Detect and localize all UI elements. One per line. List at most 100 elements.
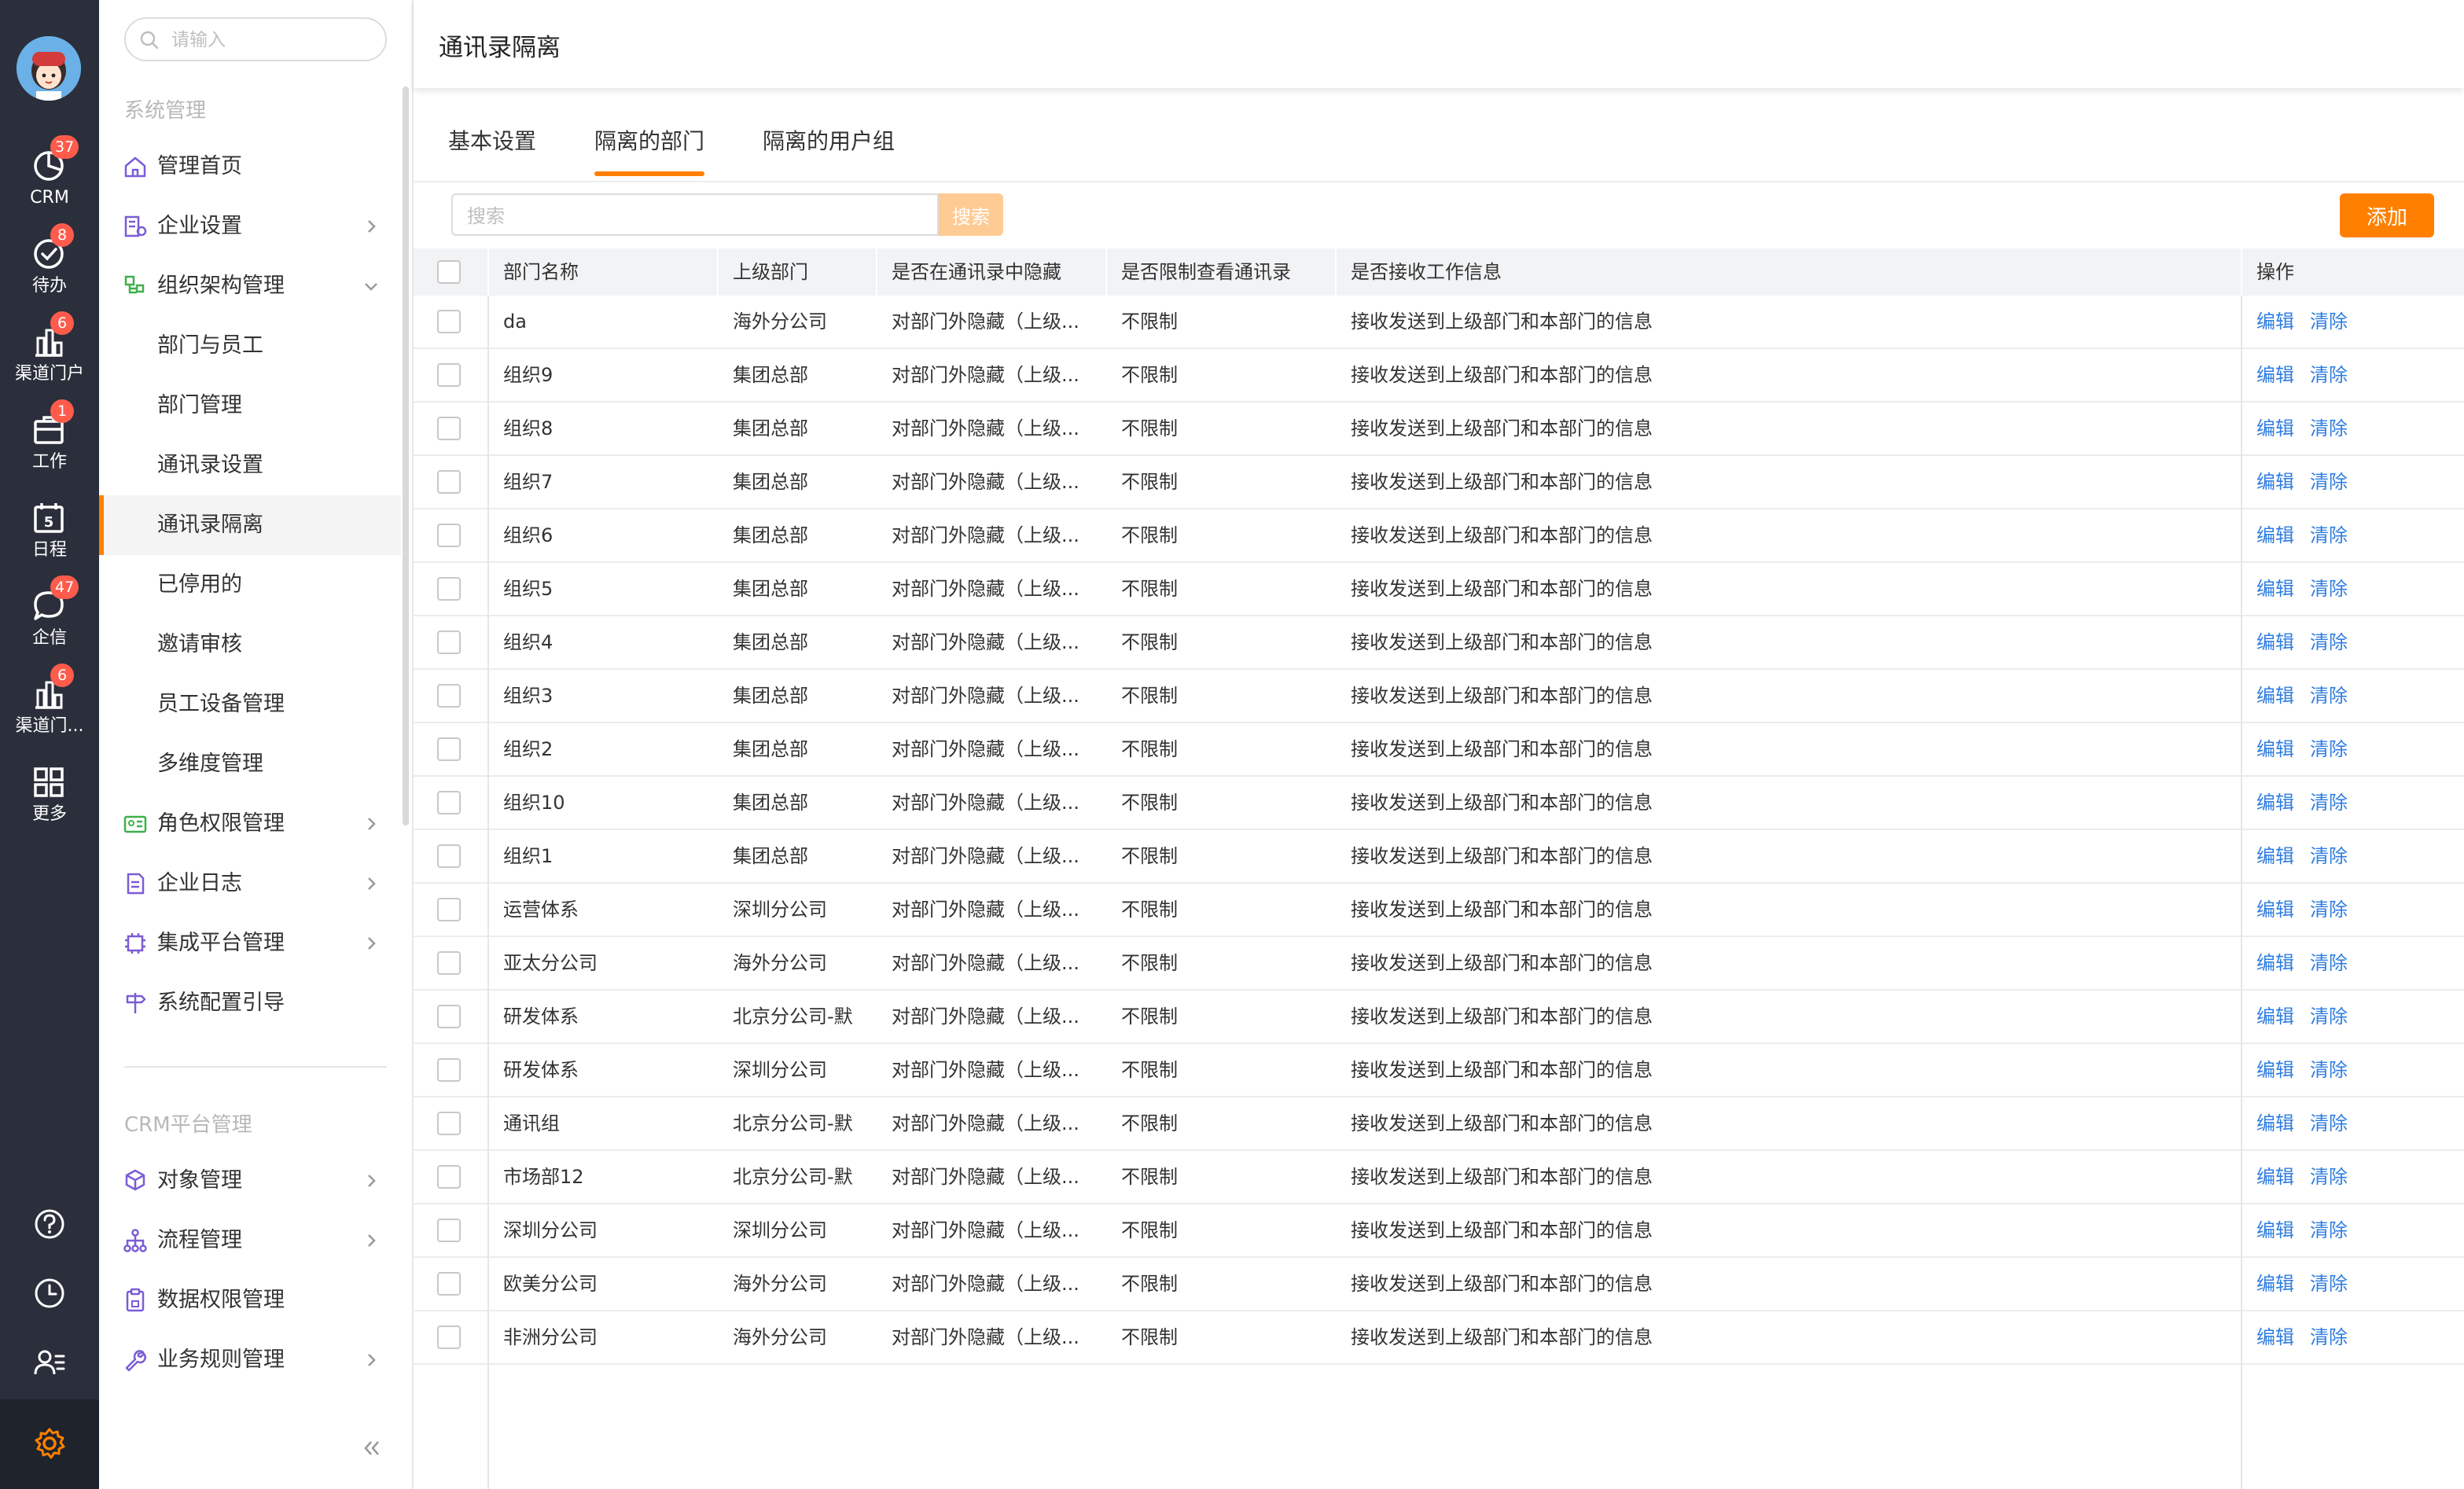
clear-link[interactable]: 清除	[2310, 1151, 2348, 1203]
rail-item-3[interactable]: 工作 1	[0, 399, 99, 486]
row-checkbox[interactable]	[437, 791, 461, 814]
clear-link[interactable]: 清除	[2310, 1311, 2348, 1363]
row-checkbox[interactable]	[437, 1005, 461, 1028]
row-checkbox[interactable]	[437, 1112, 461, 1135]
clear-link[interactable]: 清除	[2310, 1258, 2348, 1310]
edit-link[interactable]: 编辑	[2256, 937, 2294, 989]
sidebar-scrollbar[interactable]	[403, 86, 409, 825]
add-button[interactable]: 添加	[2340, 193, 2434, 237]
edit-link[interactable]: 编辑	[2256, 777, 2294, 829]
edit-link[interactable]: 编辑	[2256, 884, 2294, 936]
rail-item-2[interactable]: 渠道门户 6	[0, 311, 99, 398]
select-all-checkbox[interactable]	[437, 260, 461, 284]
collapse-sidebar-icon[interactable]	[359, 1434, 387, 1462]
contacts-button[interactable]	[0, 1332, 99, 1395]
menu-item-enterprise[interactable]: 企业设置	[99, 197, 401, 256]
edit-link[interactable]: 编辑	[2256, 616, 2294, 668]
tab-isolated-user-groups[interactable]: 隔离的用户组	[763, 102, 895, 181]
clear-link[interactable]: 清除	[2310, 616, 2348, 668]
menu-item-contacts-settings[interactable]: 通讯录设置	[99, 436, 401, 495]
avatar[interactable]	[17, 36, 81, 101]
row-checkbox[interactable]	[437, 470, 461, 494]
menu-item-integration[interactable]: 集成平台管理	[99, 914, 401, 973]
help-button[interactable]	[0, 1193, 99, 1256]
row-checkbox[interactable]	[437, 844, 461, 868]
clear-link[interactable]: 清除	[2310, 777, 2348, 829]
menu-item-home[interactable]: 管理首页	[99, 137, 401, 197]
clear-link[interactable]: 清除	[2310, 1097, 2348, 1149]
department-search[interactable]	[451, 193, 939, 236]
clear-link[interactable]: 清除	[2310, 670, 2348, 722]
rail-item-7[interactable]: 更多	[0, 756, 99, 838]
edit-link[interactable]: 编辑	[2256, 296, 2294, 347]
menu-item-guide[interactable]: 系统配置引导	[99, 973, 401, 1033]
history-button[interactable]	[0, 1263, 99, 1325]
clear-link[interactable]: 清除	[2310, 830, 2348, 882]
menu-item-object[interactable]: 对象管理	[99, 1151, 401, 1211]
rail-item-6[interactable]: 渠道门... 6	[0, 664, 99, 750]
row-checkbox[interactable]	[437, 684, 461, 708]
row-checkbox[interactable]	[437, 577, 461, 601]
edit-link[interactable]: 编辑	[2256, 403, 2294, 454]
row-checkbox[interactable]	[437, 1058, 461, 1082]
menu-item-business-rules[interactable]: 业务规则管理	[99, 1330, 401, 1390]
row-checkbox[interactable]	[437, 898, 461, 921]
clear-link[interactable]: 清除	[2310, 723, 2348, 775]
menu-item-disabled[interactable]: 已停用的	[99, 555, 401, 615]
edit-link[interactable]: 编辑	[2256, 1151, 2294, 1203]
menu-item-multi-dimension[interactable]: 多维度管理	[99, 734, 401, 794]
tab-basic-settings[interactable]: 基本设置	[448, 102, 536, 181]
clear-link[interactable]: 清除	[2310, 991, 2348, 1042]
menu-item-org[interactable]: 组织架构管理	[99, 256, 401, 316]
edit-link[interactable]: 编辑	[2256, 1311, 2294, 1363]
menu-item-flow[interactable]: 流程管理	[99, 1211, 401, 1270]
edit-link[interactable]: 编辑	[2256, 456, 2294, 508]
edit-link[interactable]: 编辑	[2256, 1258, 2294, 1310]
sidebar-search-input[interactable]	[170, 25, 377, 55]
row-checkbox[interactable]	[437, 417, 461, 440]
menu-item-role[interactable]: 角色权限管理	[99, 794, 401, 854]
row-checkbox[interactable]	[437, 363, 461, 387]
edit-link[interactable]: 编辑	[2256, 723, 2294, 775]
edit-link[interactable]: 编辑	[2256, 1097, 2294, 1149]
department-search-input[interactable]	[465, 201, 925, 231]
menu-item-dept-staff[interactable]: 部门与员工	[99, 316, 401, 376]
row-checkbox[interactable]	[437, 1272, 461, 1296]
row-checkbox[interactable]	[437, 631, 461, 654]
edit-link[interactable]: 编辑	[2256, 670, 2294, 722]
menu-item-log[interactable]: 企业日志	[99, 854, 401, 914]
menu-item-contacts-isolation[interactable]: 通讯录隔离	[99, 495, 401, 555]
row-checkbox[interactable]	[437, 310, 461, 333]
menu-item-dept-manage[interactable]: 部门管理	[99, 376, 401, 436]
rail-item-4[interactable]: 5 日程	[0, 492, 99, 574]
row-checkbox[interactable]	[437, 1325, 461, 1349]
row-checkbox[interactable]	[437, 1219, 461, 1242]
clear-link[interactable]: 清除	[2310, 1204, 2348, 1256]
menu-item-invite-review[interactable]: 邀请审核	[99, 615, 401, 675]
row-checkbox[interactable]	[437, 737, 461, 761]
clear-link[interactable]: 清除	[2310, 403, 2348, 454]
clear-link[interactable]: 清除	[2310, 884, 2348, 936]
rail-item-1[interactable]: 待办 8	[0, 223, 99, 310]
rail-item-5[interactable]: 企信 47	[0, 575, 99, 662]
edit-link[interactable]: 编辑	[2256, 991, 2294, 1042]
clear-link[interactable]: 清除	[2310, 456, 2348, 508]
edit-link[interactable]: 编辑	[2256, 509, 2294, 561]
edit-link[interactable]: 编辑	[2256, 563, 2294, 615]
settings-button[interactable]	[0, 1399, 99, 1489]
menu-item-device-manage[interactable]: 员工设备管理	[99, 675, 401, 734]
clear-link[interactable]: 清除	[2310, 1044, 2348, 1096]
row-checkbox[interactable]	[437, 1165, 461, 1189]
clear-link[interactable]: 清除	[2310, 296, 2348, 347]
menu-item-data-permission[interactable]: 数据权限管理	[99, 1270, 401, 1330]
row-checkbox[interactable]	[437, 524, 461, 547]
rail-item-0[interactable]: CRM 37	[0, 135, 99, 222]
edit-link[interactable]: 编辑	[2256, 349, 2294, 401]
sidebar-search[interactable]	[124, 17, 387, 61]
edit-link[interactable]: 编辑	[2256, 830, 2294, 882]
clear-link[interactable]: 清除	[2310, 937, 2348, 989]
clear-link[interactable]: 清除	[2310, 349, 2348, 401]
search-button[interactable]: 搜索	[939, 193, 1003, 236]
edit-link[interactable]: 编辑	[2256, 1044, 2294, 1096]
row-checkbox[interactable]	[437, 951, 461, 975]
